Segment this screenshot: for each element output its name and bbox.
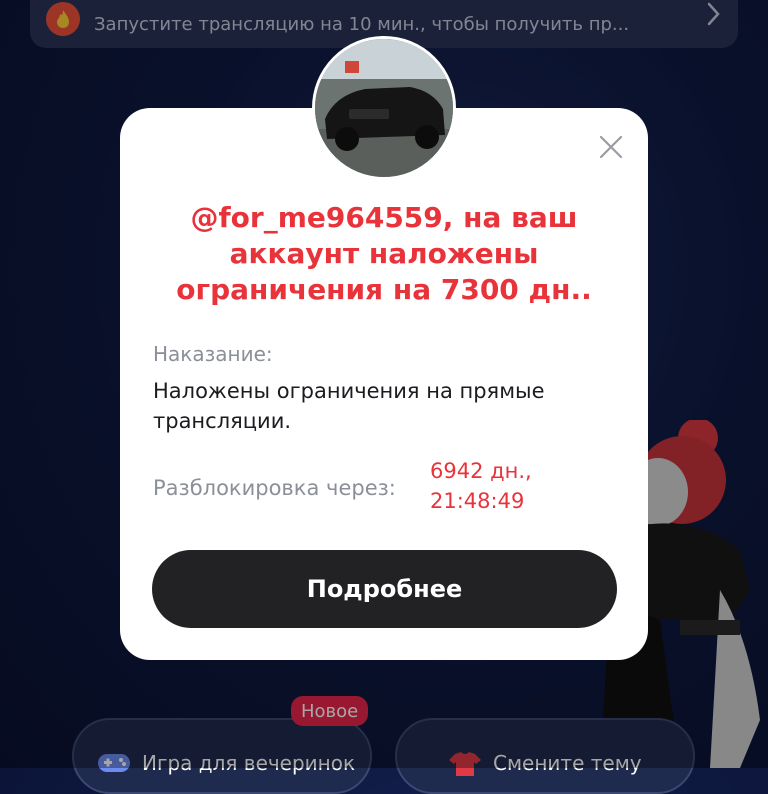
details-button[interactable]: Подробнее [152,550,617,628]
unlock-countdown: 6942 дн., 21:48:49 [430,456,532,516]
user-avatar [312,36,456,180]
punishment-label: Наказание: [153,342,273,366]
modal-title: @for_me964559, на ваш аккаунт наложены о… [176,201,592,306]
unlock-label: Разблокировка через: [153,476,396,500]
unlock-time: 21:48:49 [430,489,525,513]
close-icon[interactable] [598,134,624,160]
punishment-text: Наложены ограничения на прямые трансляци… [153,379,545,433]
unlock-days: 6942 дн., [430,459,532,483]
